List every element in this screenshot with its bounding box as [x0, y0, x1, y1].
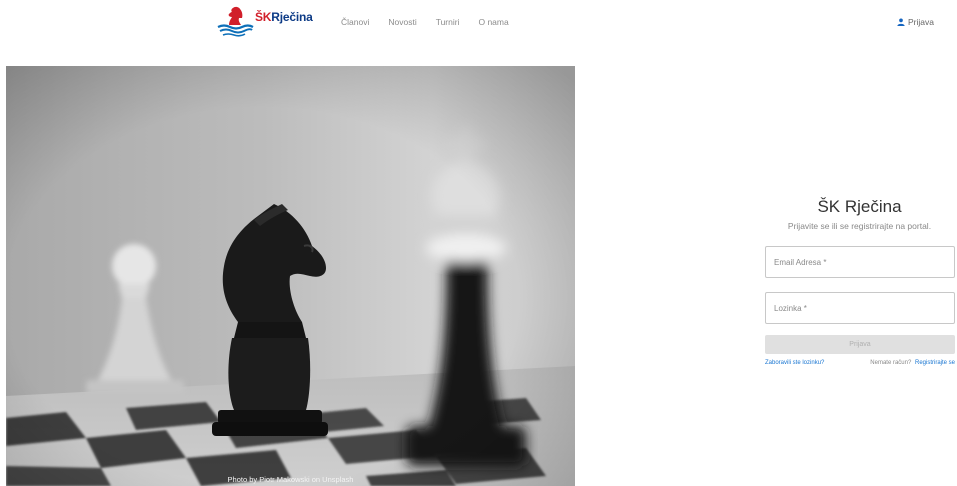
hero-chess-image: Photo by Piotr Makowski on Unsplash: [6, 66, 575, 486]
register-link[interactable]: Registrirajte se: [915, 360, 955, 366]
chess-photo: [6, 66, 575, 486]
forgot-password-link[interactable]: Zaboravili ste lozinku?: [765, 360, 824, 366]
brand-name: ŠKRječina: [255, 10, 313, 24]
login-title: ŠK Rječina: [817, 197, 902, 216]
password-field[interactable]: [766, 293, 954, 323]
brand-name-prefix: ŠK: [255, 10, 272, 24]
nav-login-link[interactable]: Prijava: [897, 17, 934, 27]
nav-item-o-nama[interactable]: O nama: [478, 17, 508, 27]
nav-item-novosti[interactable]: Novosti: [388, 17, 416, 27]
no-account-text: Nemate račun?: [870, 360, 912, 366]
register-prompt: Nemate račun? Registrirajte se: [870, 360, 955, 366]
user-icon: [897, 18, 905, 26]
photo-credit: Photo by Piotr Makowski on Unsplash: [227, 475, 354, 484]
email-field-wrapper: [765, 246, 955, 278]
email-field[interactable]: [766, 247, 954, 277]
brand-logo[interactable]: ŠKRječina: [216, 5, 313, 37]
password-field-wrapper: [765, 292, 955, 324]
brand-name-main: Rječina: [271, 10, 313, 24]
knight-wave-logo-icon: [217, 6, 254, 37]
login-submit-button[interactable]: Prijava: [765, 335, 955, 354]
nav-login-label: Prijava: [908, 17, 934, 27]
nav-item-clanovi[interactable]: Članovi: [341, 17, 369, 27]
main-nav: Članovi Novosti Turniri O nama: [341, 17, 528, 27]
login-subtitle: Prijavite se ili se registrirajte na por…: [787, 221, 932, 231]
top-navbar: ŠKRječina Članovi Novosti Turniri O nama…: [0, 0, 957, 48]
nav-item-turniri[interactable]: Turniri: [436, 17, 460, 27]
